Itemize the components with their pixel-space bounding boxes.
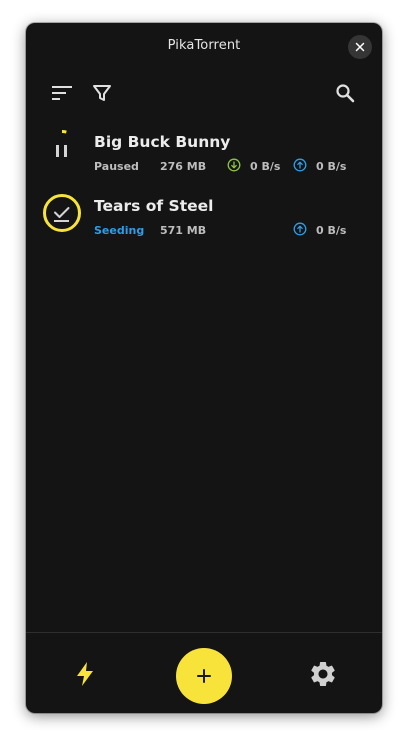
upload-speed: 0 B/s [316,160,347,173]
plus-icon [197,669,211,683]
close-icon [355,42,365,52]
torrent-size: 276 MB [160,160,207,173]
add-torrent-button[interactable] [176,648,232,704]
title-bar: PikaTorrent [26,23,382,69]
window-title: PikaTorrent [167,38,241,53]
upload-icon [293,158,307,172]
torrent-row[interactable]: Tears of Steel Seeding 571 MB 0 B/s [26,189,382,247]
upload-icon [293,222,307,236]
torrent-name: Big Buck Bunny [94,133,231,151]
sort-button[interactable] [48,79,76,107]
torrent-size: 571 MB [160,224,207,237]
download-speed: 0 B/s [250,160,281,173]
torrent-status: Seeding [94,224,145,237]
lightning-icon [77,662,93,686]
check-done-icon [54,207,70,218]
torrent-name: Tears of Steel [94,197,214,215]
torrent-progress-ring [42,129,82,169]
search-button[interactable] [331,79,359,107]
filter-icon [93,85,111,101]
pause-icon [56,145,59,157]
settings-button[interactable] [308,659,338,689]
speed-limit-button[interactable] [70,659,100,689]
sort-icon [52,86,72,100]
gear-icon [311,662,335,686]
bottom-bar [26,632,382,713]
search-icon [336,84,355,103]
torrent-row[interactable]: Big Buck Bunny Paused 276 MB 0 B/s 0 B/s [26,125,382,183]
close-button[interactable] [348,35,372,59]
filter-button[interactable] [88,79,116,107]
torrent-progress-ring [42,193,82,233]
download-icon [227,158,241,172]
upload-speed: 0 B/s [316,224,347,237]
app-window: PikaTorrent Big Buck Bunny Paused 276 MB… [26,23,382,713]
torrent-status: Paused [94,160,139,173]
